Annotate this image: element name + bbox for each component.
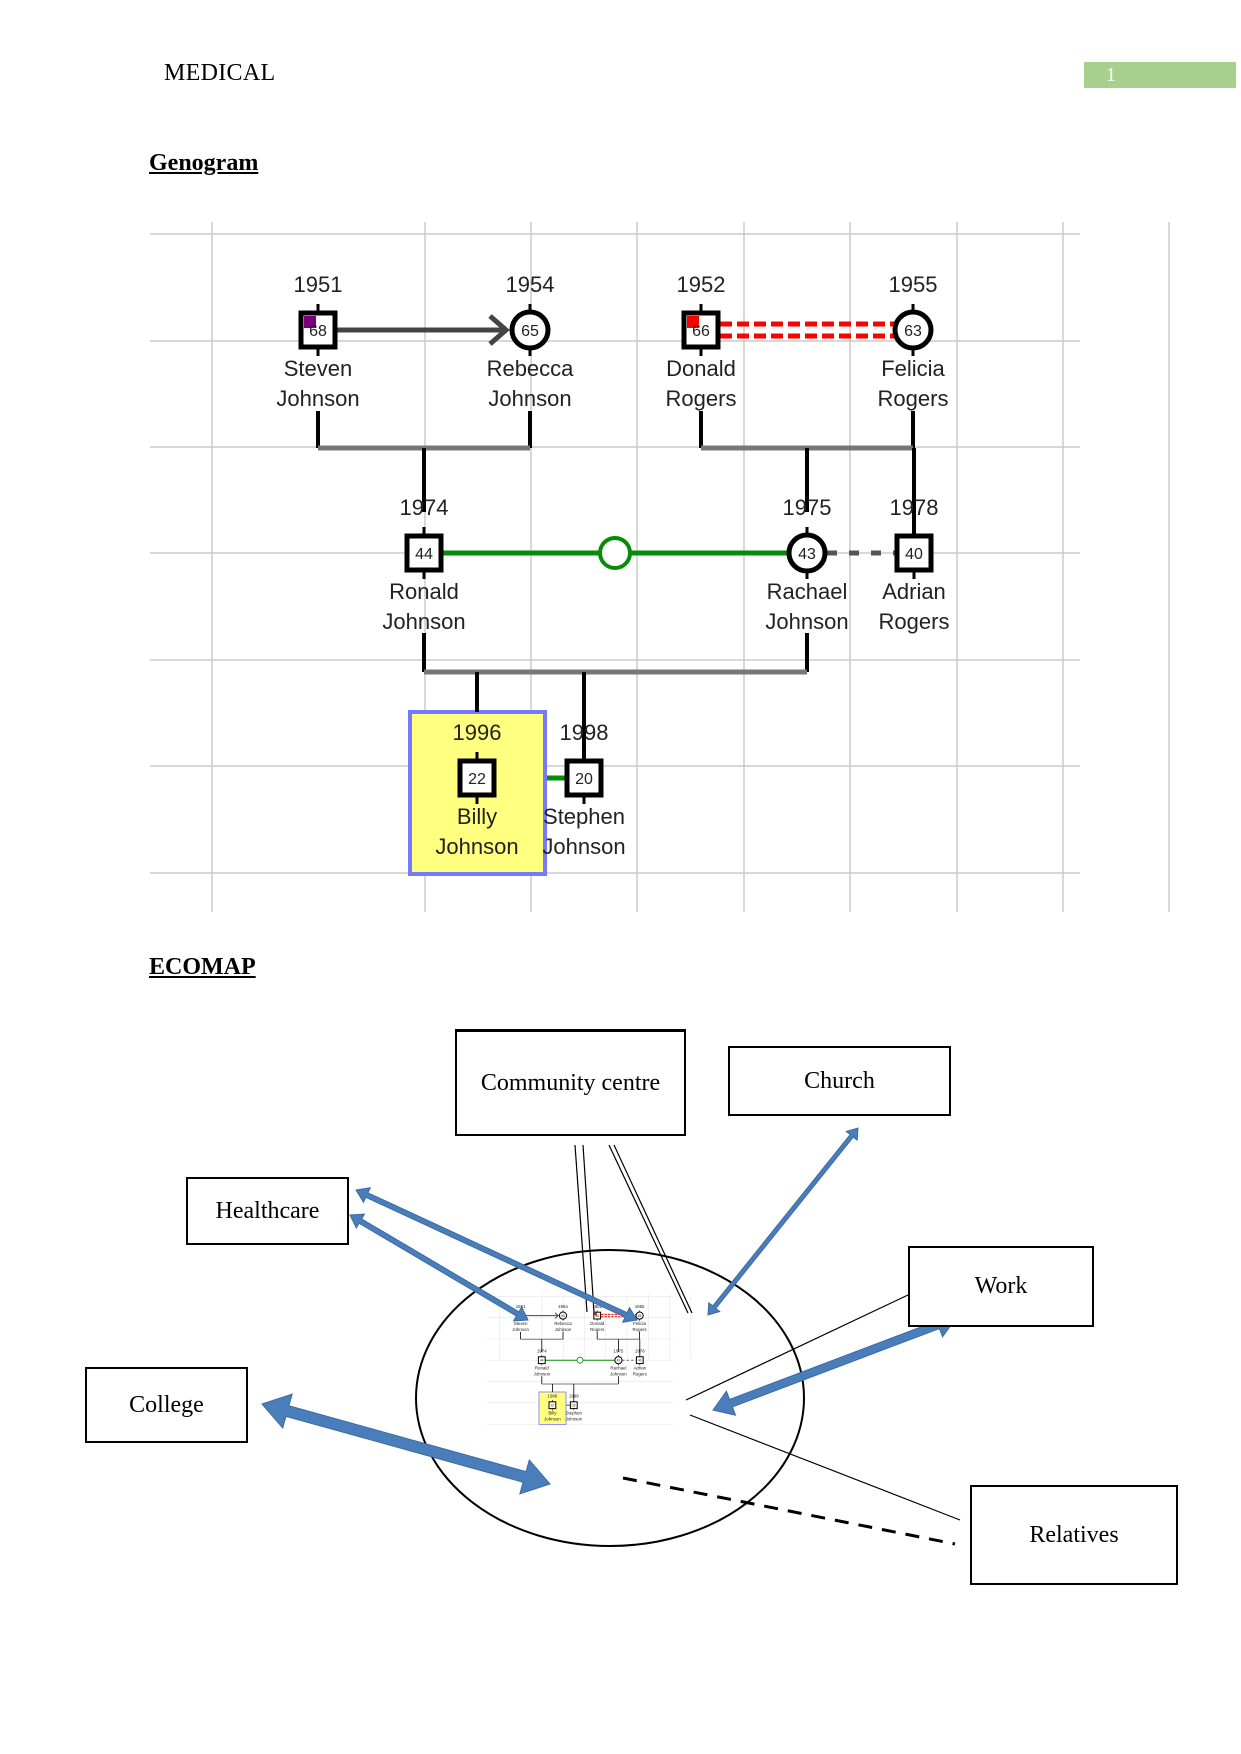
person-adrian: 40 1978 AdrianRogers (633, 1349, 648, 1377)
birth-year-label: 1974 (537, 1349, 547, 1354)
age-label: 63 (638, 1314, 642, 1318)
ecomap-box-community: Community centre (455, 1029, 686, 1136)
age-label: 22 (551, 1403, 555, 1407)
ecomap-label: Healthcare (215, 1197, 320, 1224)
age-label: 44 (540, 1358, 544, 1362)
last-name-label: Johnson (555, 1327, 572, 1332)
age-label: 40 (638, 1358, 642, 1362)
birth-year-label: 1996 (548, 1394, 558, 1399)
college-arrow (261, 1393, 551, 1495)
first-name-label: Billy (548, 1410, 557, 1415)
age-label: 20 (572, 1403, 576, 1407)
church-arrow (707, 1127, 859, 1316)
first-name-label: Stephen (566, 1410, 583, 1415)
first-name-label: Donald (590, 1321, 604, 1326)
age-label: 65 (561, 1314, 565, 1318)
relatives-dashed-line (622, 1476, 956, 1546)
ecomap-box-church: Church (728, 1046, 951, 1116)
ecomap-box-work: Work (908, 1246, 1094, 1327)
ecomap-label: Work (974, 1273, 1028, 1299)
birth-year-label: 1978 (635, 1349, 645, 1354)
first-name-label: Steven (514, 1321, 528, 1326)
community-connection-line (608, 1144, 689, 1314)
age-label: 43 (617, 1358, 621, 1362)
last-name-label: Johnson (610, 1371, 627, 1376)
birth-year-label: 1998 (569, 1394, 579, 1399)
birth-year-label: 1975 (614, 1349, 624, 1354)
relatives-connection-line (689, 1414, 961, 1521)
ecomap-box-college: College (85, 1367, 248, 1443)
last-name-label: Rogers (633, 1327, 648, 1332)
last-name-label: Johnson (565, 1416, 582, 1421)
first-name-label: Rachael (610, 1365, 626, 1370)
last-name-label: Johnson (512, 1327, 529, 1332)
person-ronald: 44 1974 RonaldJohnson (533, 1349, 550, 1377)
first-name-label: Felicia (633, 1321, 646, 1326)
ecomap-label: Relatives (1029, 1521, 1119, 1548)
ecomap-box-relatives: Relatives (970, 1485, 1178, 1585)
ecomap-label: College (129, 1391, 204, 1418)
birth-year-label: 1955 (635, 1304, 645, 1309)
ecomap-label: Community centre (480, 1069, 661, 1096)
last-name-label: Rogers (590, 1327, 605, 1332)
birth-year-label: 1954 (558, 1304, 568, 1309)
first-name-label: Rebecca (554, 1321, 572, 1326)
person-rachael: 43 1975 RachaelJohnson (610, 1349, 627, 1377)
ecomap-box-healthcare: Healthcare (186, 1177, 349, 1245)
ecomap-label: Church (804, 1067, 875, 1094)
person-stephen: 20 1998 StephenJohnson (565, 1394, 582, 1422)
first-name-label: Ronald (535, 1365, 549, 1370)
community-connection-line (613, 1144, 693, 1314)
work-arrow (712, 1312, 957, 1416)
last-name-label: Rogers (633, 1371, 648, 1376)
pregnancy-circle (576, 1356, 584, 1364)
first-name-label: Adrian (633, 1365, 646, 1370)
age-label: 66 (595, 1314, 599, 1318)
last-name-label: Johnson (544, 1416, 561, 1421)
last-name-label: Johnson (533, 1371, 550, 1376)
